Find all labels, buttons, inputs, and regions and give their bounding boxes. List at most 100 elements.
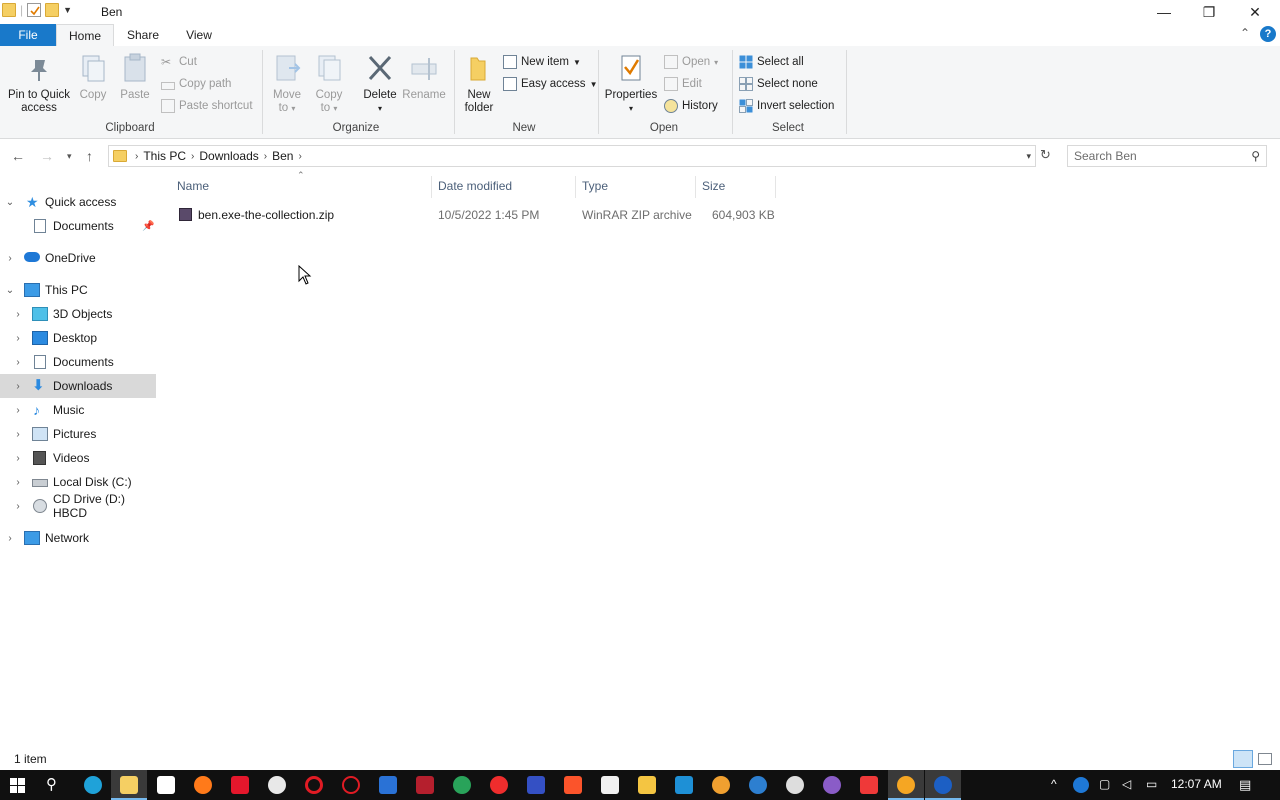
collapse-ribbon-icon[interactable]: ⌃ [1240, 26, 1250, 40]
collapse-chevron-icon[interactable]: ⌄ [5, 285, 15, 296]
column-type[interactable]: Type [582, 179, 608, 193]
app-icon[interactable] [601, 776, 619, 794]
select-all-button[interactable]: Select all [739, 54, 804, 70]
search-input[interactable]: Search Ben ⚲ [1067, 145, 1267, 167]
brave-icon[interactable] [564, 776, 582, 794]
copy-to-button[interactable]: Copy to ▾ [312, 52, 346, 115]
nav-local-disk[interactable]: › Local Disk (C:) [0, 470, 156, 494]
search-icon[interactable]: ⚲ [1251, 149, 1260, 163]
search-icon[interactable]: ⚲ [46, 775, 57, 793]
nav-this-pc[interactable]: ⌄ This PC [0, 278, 156, 302]
up-arrow-icon[interactable]: ↑ [86, 148, 93, 164]
rename-button[interactable]: Rename [402, 52, 446, 102]
nav-onedrive[interactable]: › OneDrive [0, 246, 156, 270]
file-row[interactable]: ben.exe-the-collection.zip 10/5/2022 1:4… [170, 204, 780, 226]
column-divider[interactable] [695, 176, 696, 198]
show-hidden-icons-icon[interactable]: ^ [1051, 777, 1057, 791]
details-view-icon[interactable] [1233, 750, 1253, 768]
select-none-button[interactable]: Select none [739, 76, 818, 92]
tab-share[interactable]: Share [120, 24, 166, 46]
expand-chevron-icon[interactable]: › [13, 381, 23, 392]
tab-file[interactable]: File [0, 24, 56, 46]
properties-qat-icon[interactable] [27, 3, 42, 17]
column-divider[interactable] [775, 176, 776, 198]
properties-button[interactable]: Properties ▾ [603, 52, 659, 115]
expand-chevron-icon[interactable]: › [13, 309, 23, 320]
volume-muted-icon[interactable]: ◁ [1122, 777, 1131, 791]
nav-3d-objects[interactable]: › 3D Objects [0, 302, 156, 326]
app-icon[interactable] [786, 776, 804, 794]
minimize-button[interactable]: — [1141, 0, 1187, 24]
edit-button[interactable]: Edit [664, 76, 702, 92]
column-divider[interactable] [431, 176, 432, 198]
yandex-icon[interactable] [231, 776, 249, 794]
history-button[interactable]: History [664, 98, 718, 114]
new-item-button[interactable]: New item ▼ [503, 54, 581, 70]
windows-start-icon[interactable] [10, 778, 25, 793]
clock[interactable]: 12:07 AM [1171, 777, 1222, 791]
new-folder-qat-icon[interactable] [45, 3, 60, 17]
nav-documents[interactable]: › Documents [0, 350, 156, 374]
chrome-icon[interactable] [268, 776, 286, 794]
breadcrumb-this-pc[interactable]: This PC [143, 149, 186, 163]
restore-button[interactable]: ❐ [1186, 0, 1232, 24]
app-icon[interactable] [342, 776, 360, 794]
nav-music[interactable]: › ♪ Music [0, 398, 156, 422]
expand-chevron-icon[interactable]: › [13, 477, 23, 488]
expand-chevron-icon[interactable]: › [13, 357, 23, 368]
expand-chevron-icon[interactable]: › [13, 429, 23, 440]
pin-icon[interactable]: 📌 [142, 221, 154, 232]
app-icon[interactable] [527, 776, 545, 794]
address-field[interactable]: › This PC › Downloads › Ben › ▾ [108, 145, 1036, 167]
tab-home[interactable]: Home [56, 24, 114, 46]
app-icon[interactable] [638, 776, 656, 794]
breadcrumb-chevron-icon[interactable]: › [264, 151, 267, 162]
breadcrumb-chevron-icon[interactable]: › [135, 151, 138, 162]
easy-access-button[interactable]: Easy access ▼ [503, 76, 597, 92]
large-icons-view-icon[interactable] [1258, 753, 1272, 765]
expand-chevron-icon[interactable]: › [13, 333, 23, 344]
column-divider[interactable] [575, 176, 576, 198]
camera-app-icon[interactable] [416, 776, 434, 794]
edge-browser-icon[interactable] [84, 776, 102, 794]
opera-icon[interactable] [305, 776, 323, 794]
expand-chevron-icon[interactable]: › [13, 501, 23, 512]
breadcrumb-downloads[interactable]: Downloads [199, 149, 258, 163]
paste-shortcut-button[interactable]: Paste shortcut [161, 98, 253, 114]
tab-view[interactable]: View [178, 24, 220, 46]
recent-locations-chevron-icon[interactable]: ▾ [67, 151, 72, 162]
nav-videos[interactable]: › Videos [0, 446, 156, 470]
copy-path-button[interactable]: Copy path [161, 76, 231, 92]
expand-chevron-icon[interactable]: › [13, 453, 23, 464]
column-date-modified[interactable]: Date modified [438, 179, 512, 193]
pin-to-quick-access-button[interactable]: Pin to Quick access [4, 52, 74, 115]
tray-app-icon[interactable] [1073, 777, 1089, 793]
nav-downloads[interactable]: › ⬇ Downloads [0, 374, 156, 398]
chrome-canary-icon[interactable] [453, 776, 471, 794]
network-tray-icon[interactable]: ▭ [1146, 777, 1157, 791]
collapse-chevron-icon[interactable]: ⌄ [5, 197, 15, 208]
cut-button[interactable]: ✂ Cut [161, 54, 197, 70]
qat-dropdown-icon[interactable]: ▼ [63, 5, 72, 15]
store-icon[interactable] [157, 776, 175, 794]
move-to-button[interactable]: Move to ▾ [270, 52, 304, 115]
action-center-icon[interactable]: ▤ [1239, 777, 1251, 793]
app-icon[interactable] [675, 776, 693, 794]
close-button[interactable]: ✕ [1232, 0, 1278, 24]
app-icon[interactable] [749, 776, 767, 794]
help-icon[interactable]: ? [1260, 26, 1276, 42]
expand-chevron-icon[interactable]: › [5, 253, 15, 264]
nav-network[interactable]: › Network [0, 526, 156, 550]
nav-pictures[interactable]: › Pictures [0, 422, 156, 446]
delete-button[interactable]: Delete ▾ [360, 52, 400, 115]
nav-qa-documents[interactable]: Documents 📌 [0, 214, 156, 238]
new-folder-button[interactable]: New folder [460, 52, 498, 115]
forward-arrow-icon[interactable]: → [40, 148, 54, 164]
paste-button[interactable]: Paste [118, 52, 152, 102]
back-arrow-icon[interactable]: ← [11, 148, 25, 164]
app-icon[interactable] [823, 776, 841, 794]
nav-quick-access[interactable]: ⌄ ★ Quick access [0, 190, 156, 214]
app-icon[interactable] [712, 776, 730, 794]
refresh-icon[interactable]: ↻ [1040, 147, 1051, 163]
nav-cd-drive[interactable]: › CD Drive (D:) HBCD [0, 492, 156, 520]
